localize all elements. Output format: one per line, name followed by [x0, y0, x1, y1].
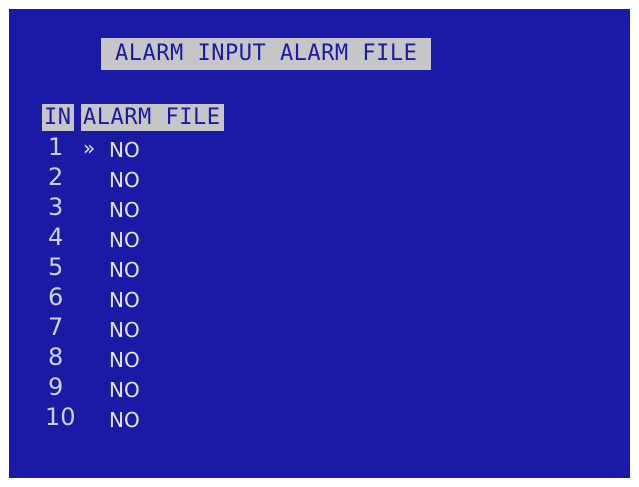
input-number: 9 — [48, 373, 64, 401]
input-number: 5 — [48, 253, 64, 281]
alarm-file-value[interactable]: NO — [109, 135, 140, 165]
alarm-file-value[interactable]: NO — [109, 405, 140, 435]
alarm-file-value[interactable]: NO — [109, 375, 140, 405]
input-number: 7 — [48, 313, 64, 341]
column-header-alarm-file: ALARM FILE — [81, 104, 225, 131]
input-number: 3 — [48, 193, 64, 221]
alarm-file-value[interactable]: NO — [109, 195, 140, 225]
alarm-file-value[interactable]: NO — [109, 285, 140, 315]
input-number: 6 — [48, 283, 64, 311]
column-header-in: IN — [42, 104, 74, 131]
alarm-file-value[interactable]: NO — [109, 345, 140, 375]
selection-cursor: » — [83, 136, 96, 160]
osd-screen: ALARM INPUT ALARM FILE IN ALARM FILE 1 »… — [9, 9, 630, 478]
menu-title: ALARM INPUT ALARM FILE — [101, 38, 432, 70]
input-number: 4 — [48, 223, 64, 251]
input-number: 8 — [48, 343, 64, 371]
input-number: 10 — [45, 403, 76, 431]
input-number: 2 — [48, 163, 64, 191]
alarm-file-value[interactable]: NO — [109, 165, 140, 195]
input-number: 1 — [48, 133, 64, 161]
alarm-file-value[interactable]: NO — [109, 225, 140, 255]
alarm-file-value[interactable]: NO — [109, 315, 140, 345]
alarm-file-value[interactable]: NO — [109, 255, 140, 285]
